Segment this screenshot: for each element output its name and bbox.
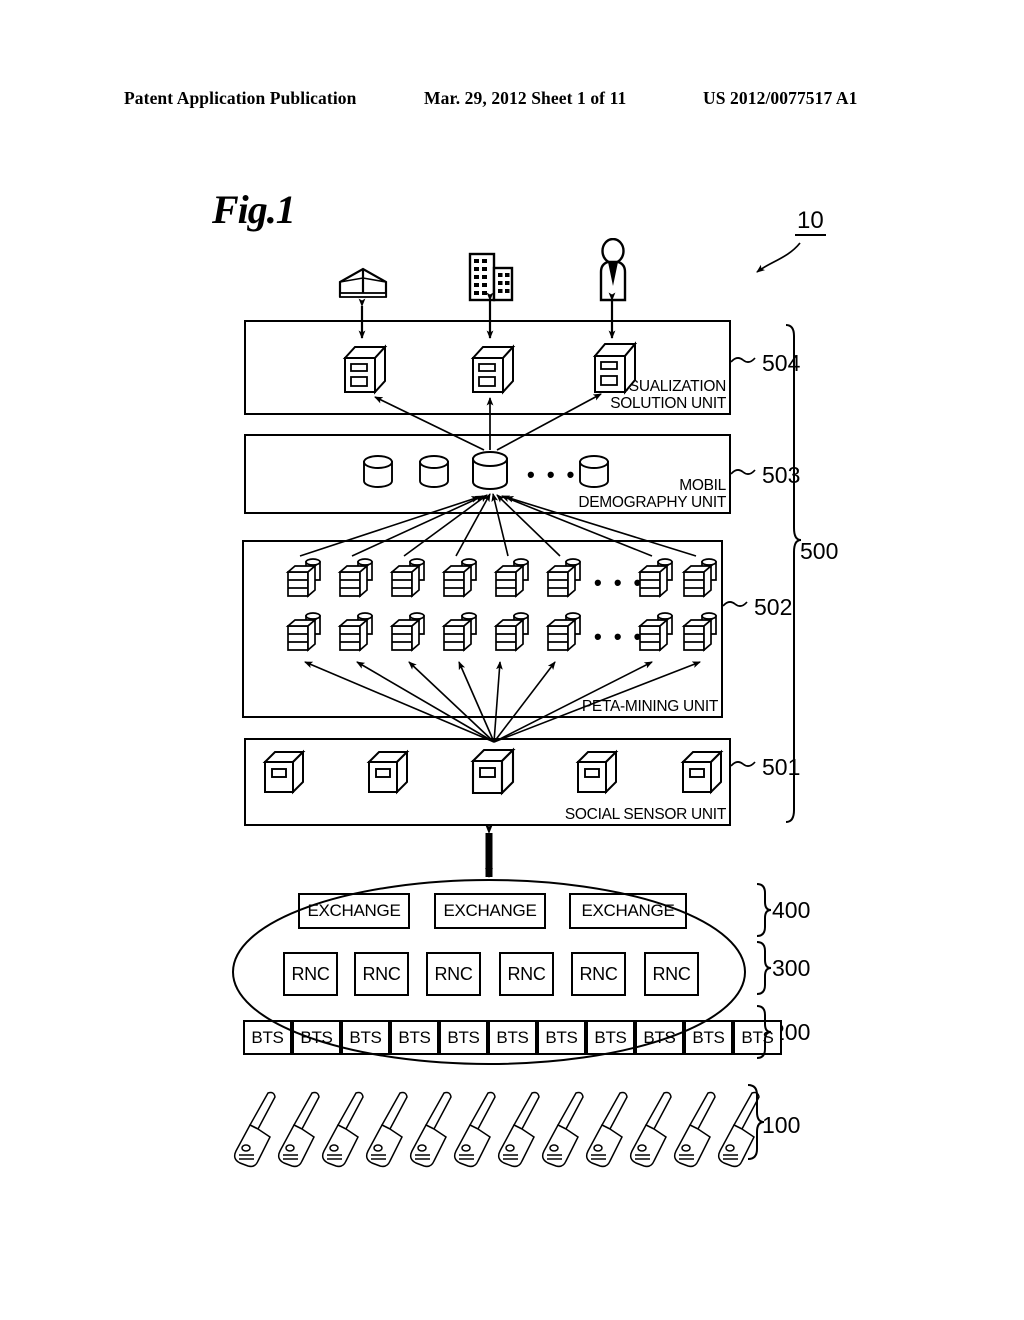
- bts-box: BTS: [243, 1020, 292, 1055]
- bts-box: BTS: [586, 1020, 635, 1055]
- figure-label: Fig.1: [212, 187, 296, 232]
- rack-cluster-icon: [636, 558, 678, 607]
- header-date-sheet-text: Mar. 29, 2012 Sheet 1 of 11: [424, 88, 627, 108]
- bts-box: BTS: [292, 1020, 341, 1055]
- person-icon: [595, 237, 631, 309]
- warehouse-icon: [336, 262, 390, 307]
- database-cylinder-icon: [578, 455, 610, 494]
- server-icon: [592, 340, 640, 400]
- server-icon: [470, 343, 518, 400]
- bts-box: BTS: [684, 1020, 733, 1055]
- rack-cluster-icon: [440, 612, 482, 661]
- reference-numeral-300: 300: [772, 955, 811, 981]
- sensor-server-icon: [470, 746, 518, 803]
- bts-box: BTS: [537, 1020, 586, 1055]
- database-cylinder-icon: [418, 455, 450, 494]
- rack-cluster-icon: [544, 612, 586, 661]
- database-cylinder-icon: [362, 455, 394, 494]
- exchange-box: EXCHANGE: [569, 893, 687, 929]
- office-buildings-icon: [468, 252, 514, 309]
- header-publication-text: Patent Application Publication: [124, 88, 357, 108]
- system-reference-10: 10: [795, 208, 826, 237]
- rack-cluster-icon: [680, 612, 722, 661]
- bts-box: BTS: [488, 1020, 537, 1055]
- publication-header: Patent Application Publication Mar. 29, …: [0, 88, 1024, 114]
- reference-numeral-503: 503: [762, 462, 801, 488]
- bts-box: BTS: [439, 1020, 488, 1055]
- reference-numeral-501: 501: [762, 754, 801, 780]
- rnc-box: RNC: [426, 952, 481, 996]
- mobile-phone-icon: [712, 1085, 772, 1180]
- sensor-server-icon: [262, 748, 308, 801]
- sensor-server-icon: [366, 748, 412, 801]
- exchange-box: EXCHANGE: [298, 893, 410, 929]
- rack-cluster-icon: [284, 612, 326, 661]
- bts-box: BTS: [390, 1020, 439, 1055]
- rack-cluster-icon: [544, 558, 586, 607]
- rnc-box: RNC: [571, 952, 626, 996]
- rack-cluster-icon: [440, 558, 482, 607]
- server-icon: [342, 343, 390, 400]
- reference-numeral-400: 400: [772, 897, 811, 923]
- reference-numeral-500: 500: [800, 538, 839, 564]
- rnc-box: RNC: [644, 952, 699, 996]
- rack-cluster-icon: [492, 612, 534, 661]
- exchange-box: EXCHANGE: [434, 893, 546, 929]
- rack-cluster-icon: [336, 558, 378, 607]
- sensor-server-icon: [575, 748, 621, 801]
- bts-box: BTS: [341, 1020, 390, 1055]
- rack-cluster-icon: [636, 612, 678, 661]
- rnc-box: RNC: [499, 952, 554, 996]
- rnc-box: RNC: [354, 952, 409, 996]
- rack-cluster-icon: [388, 612, 430, 661]
- rack-cluster-icon: [680, 558, 722, 607]
- rnc-box: RNC: [283, 952, 338, 996]
- ellipsis-503: • • •: [527, 462, 578, 487]
- database-cylinder-icon: [471, 451, 509, 496]
- bts-box: BTS: [635, 1020, 684, 1055]
- rack-cluster-icon: [336, 612, 378, 661]
- reference-numeral-504: 504: [762, 350, 801, 376]
- unit-502-caption: PETA-MINING UNIT: [581, 697, 718, 715]
- sensor-server-icon: [680, 748, 726, 801]
- header-patent-number: US 2012/0077517 A1: [703, 88, 858, 108]
- rack-cluster-icon: [492, 558, 534, 607]
- rack-cluster-icon: [284, 558, 326, 607]
- reference-numeral-502: 502: [754, 594, 793, 620]
- bts-box: BTS: [733, 1020, 782, 1055]
- rack-cluster-icon: [388, 558, 430, 607]
- unit-501-caption: SOCIAL SENSOR UNIT: [564, 805, 726, 823]
